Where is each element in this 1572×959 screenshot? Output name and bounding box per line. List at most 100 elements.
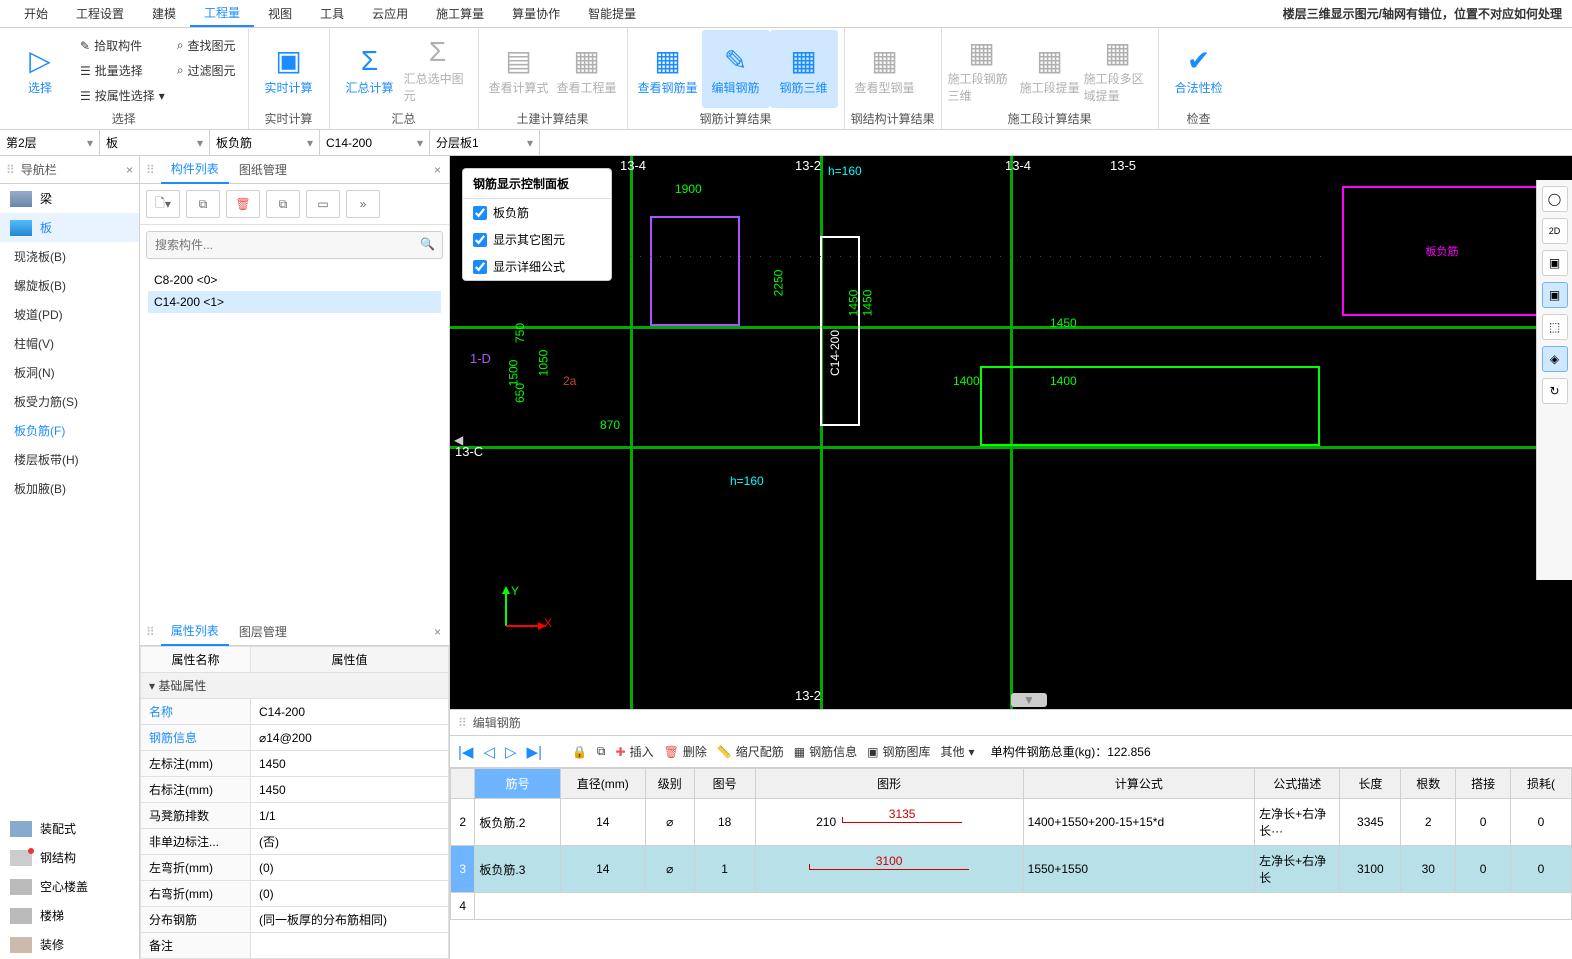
tab-layers[interactable]: 图层管理: [229, 618, 297, 645]
tab-drawings[interactable]: 图纸管理: [229, 156, 297, 183]
delete-rebar[interactable]: 🗑删除: [664, 743, 707, 760]
batch-select[interactable]: ☰批量选择: [74, 59, 171, 82]
view-rot[interactable]: ↻: [1542, 378, 1568, 404]
search-input[interactable]: [146, 231, 443, 259]
col-desc[interactable]: 公式描述: [1255, 769, 1340, 799]
nav-last[interactable]: ▶|: [527, 743, 542, 761]
insert-button[interactable]: ✚插入: [616, 743, 654, 760]
col-fig[interactable]: 图号: [694, 769, 755, 799]
new-button[interactable]: 🗋▾: [146, 190, 180, 218]
complist-close[interactable]: ×: [426, 163, 449, 177]
summary-calc[interactable]: Σ汇总计算: [336, 30, 404, 108]
table-row[interactable]: 2 板负筋.2 14 ⌀ 18 2103135 1400+1550+200-15…: [451, 799, 1572, 846]
prop-v[interactable]: 1/1: [251, 803, 449, 829]
other-menu[interactable]: 其他▾: [941, 743, 975, 760]
filter-element[interactable]: ⌕过滤图元: [171, 59, 242, 82]
proplist-close[interactable]: ×: [426, 625, 449, 639]
dup-button[interactable]: ⧉: [266, 190, 300, 218]
tab-view[interactable]: 视图: [254, 1, 306, 26]
nav-item-4[interactable]: 板洞(N): [0, 358, 139, 387]
prop-v[interactable]: 1450: [251, 751, 449, 777]
view-cube2[interactable]: ▣: [1542, 282, 1568, 308]
tab-complist[interactable]: 构件列表: [161, 155, 229, 184]
floor-select[interactable]: 第2层▾: [0, 130, 100, 155]
table-row[interactable]: 4: [451, 893, 1572, 920]
prop-group-basic[interactable]: ▾ 基础属性: [141, 673, 449, 699]
tab-start[interactable]: 开始: [10, 1, 62, 26]
view-steel[interactable]: ▦查看型钢量: [851, 30, 919, 108]
prop-v[interactable]: ⌀14@200: [251, 725, 449, 751]
select-button[interactable]: ▷选择: [6, 30, 74, 108]
view-formula[interactable]: ▤查看计算式: [485, 30, 553, 108]
pan-down[interactable]: ▼: [1011, 693, 1047, 707]
nav-first[interactable]: |◀: [458, 743, 473, 761]
pick-component[interactable]: ✎拾取构件: [74, 34, 171, 57]
subtype-select[interactable]: 板负筋▾: [210, 130, 320, 155]
seg-qty[interactable]: ▦施工段提量: [1016, 30, 1084, 108]
nav-cat-slab[interactable]: 板: [0, 213, 139, 242]
nav-item-7[interactable]: 楼层板带(H): [0, 445, 139, 474]
view-qty[interactable]: ▦查看工程量: [553, 30, 621, 108]
view-select[interactable]: ⬚: [1542, 314, 1568, 340]
nav-next[interactable]: ▷: [505, 743, 517, 761]
prop-v[interactable]: (0): [251, 855, 449, 881]
realtime-calc[interactable]: ▣实时计算: [255, 30, 323, 108]
col-shape[interactable]: 图形: [755, 769, 1023, 799]
tab-cloud[interactable]: 云应用: [358, 1, 422, 26]
tab-proplist[interactable]: 属性列表: [161, 617, 229, 646]
rebar-3d[interactable]: ▦钢筋三维: [770, 30, 838, 108]
tab-collab[interactable]: 算量协作: [498, 1, 574, 26]
prop-v[interactable]: 1450: [251, 777, 449, 803]
layer-button[interactable]: ▭: [306, 190, 340, 218]
tab-smart[interactable]: 智能提量: [574, 1, 650, 26]
rebar-info[interactable]: ▦钢筋信息: [794, 743, 857, 760]
prop-v[interactable]: [251, 933, 449, 959]
copy-rebar[interactable]: ⧉: [597, 744, 606, 759]
nav-item-5[interactable]: 板受力筋(S): [0, 387, 139, 416]
scale-rebar[interactable]: 📏缩尺配筋: [717, 743, 784, 760]
view-cube1[interactable]: ▣: [1542, 250, 1568, 276]
lock-button[interactable]: 🔒: [572, 745, 587, 759]
more-button[interactable]: »: [346, 190, 380, 218]
nav-prev[interactable]: ◁: [483, 743, 495, 761]
layer-select[interactable]: 分层板1▾: [430, 130, 540, 155]
prop-v[interactable]: (否): [251, 829, 449, 855]
nav-cat-beam[interactable]: 梁: [0, 184, 139, 213]
col-lap[interactable]: 搭接: [1456, 769, 1511, 799]
viewport[interactable]: 板负筋 13-4 13-2 13-4 13-5 13-2 1900 1500 7…: [450, 156, 1572, 709]
find-element[interactable]: ⌕查找图元: [171, 34, 242, 57]
col-cnt[interactable]: 根数: [1401, 769, 1456, 799]
rebar-display-panel[interactable]: 钢筋显示控制面板 板负筋 显示其它图元 显示详细公式: [462, 168, 612, 281]
view-rebar-qty[interactable]: ▦查看钢筋量: [634, 30, 702, 108]
prop-v[interactable]: C14-200: [251, 699, 449, 725]
nav-steel[interactable]: 钢结构: [0, 843, 139, 872]
chk-show-formula[interactable]: 显示详细公式: [463, 253, 611, 280]
nav-item-8[interactable]: 板加腋(B): [0, 474, 139, 503]
tab-construction[interactable]: 施工算量: [422, 1, 498, 26]
edit-rebar[interactable]: ✎编辑钢筋: [702, 30, 770, 108]
tab-settings[interactable]: 工程设置: [62, 1, 138, 26]
tab-quantity[interactable]: 工程量: [190, 0, 254, 27]
nav-item-3[interactable]: 柱帽(V): [0, 329, 139, 358]
nav-finish[interactable]: 装修: [0, 930, 139, 959]
prop-v[interactable]: (同一板厚的分布筋相同): [251, 907, 449, 933]
table-row[interactable]: 3 板负筋.3 14 ⌀ 1 3100 1550+1550 左净长+右净长 31…: [451, 846, 1572, 893]
view-tag[interactable]: ◈: [1542, 346, 1568, 372]
select-by-prop[interactable]: ☰按属性选择▾: [74, 84, 171, 107]
nav-item-6[interactable]: 板负筋(F): [0, 416, 139, 445]
col-dia[interactable]: 直径(mm): [560, 769, 645, 799]
col-no[interactable]: 筋号: [475, 769, 560, 799]
delete-button[interactable]: 🗑: [226, 190, 260, 218]
nav-stair[interactable]: 楼梯: [0, 901, 139, 930]
pan-left[interactable]: ◀: [454, 433, 463, 447]
nav-prefab[interactable]: 装配式: [0, 814, 139, 843]
prop-v[interactable]: (0): [251, 881, 449, 907]
view-sphere[interactable]: ◯: [1542, 186, 1568, 212]
nav-close[interactable]: ×: [126, 163, 133, 177]
list-item[interactable]: C8-200 <0>: [148, 269, 441, 291]
validity-check[interactable]: ✔合法性检: [1165, 30, 1233, 108]
tab-model[interactable]: 建模: [138, 1, 190, 26]
copy-button[interactable]: ⧉: [186, 190, 220, 218]
list-item[interactable]: C14-200 <1>: [148, 291, 441, 313]
seg-multi-qty[interactable]: ▦施工段多区域提量: [1084, 30, 1152, 108]
